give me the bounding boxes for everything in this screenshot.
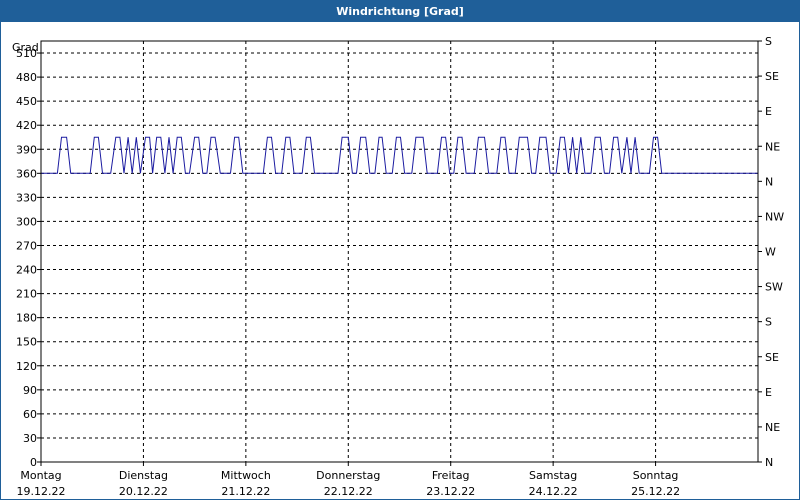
- x-tick-day-label: Dienstag: [119, 469, 168, 482]
- y-tick-label: 270: [16, 239, 37, 252]
- x-tick-day-label: Donnerstag: [316, 469, 380, 482]
- x-tick-day-label: Freitag: [432, 469, 470, 482]
- x-tick-day-label: Mittwoch: [221, 469, 271, 482]
- y-tick-label: 480: [16, 71, 37, 84]
- y2-tick-label: NW: [765, 210, 784, 223]
- x-tick-date-label: 21.12.22: [221, 485, 270, 498]
- x-tick-date-label: 23.12.22: [426, 485, 475, 498]
- y-tick-label: 360: [16, 167, 37, 180]
- y-tick-label: 420: [16, 119, 37, 132]
- y2-tick-label: N: [765, 175, 773, 188]
- y2-tick-label: W: [765, 246, 776, 259]
- wind-direction-line: [41, 136, 758, 174]
- y2-tick-label: SW: [765, 281, 783, 294]
- y-tick-label: 150: [16, 336, 37, 349]
- y-tick-label: 240: [16, 264, 37, 277]
- x-tick-day-label: Montag: [20, 469, 61, 482]
- x-tick-date-label: 24.12.22: [529, 485, 578, 498]
- y2-tick-label: N: [765, 456, 773, 469]
- y2-tick-label: E: [765, 386, 772, 399]
- y2-tick-label: E: [765, 105, 772, 118]
- y2-tick-label: NE: [765, 140, 780, 153]
- y-tick-label: 90: [23, 384, 37, 397]
- y2-tick-label: S: [765, 316, 772, 329]
- y-tick-label: 450: [16, 95, 37, 108]
- chart-window: Windrichtung [Grad] Grad 0 30 60 90 120 150 18…: [0, 0, 800, 500]
- wind-direction-chart: Grad 03060901201501802102402703003303603…: [12, 35, 784, 498]
- y2-tick-label: SE: [765, 351, 779, 364]
- x-tick-date-label: 22.12.22: [324, 485, 373, 498]
- x-tick-date-label: 20.12.22: [119, 485, 168, 498]
- y-tick-label: 300: [16, 215, 37, 228]
- x-tick-date-label: 19.12.22: [17, 485, 66, 498]
- y-tick-label: 0: [30, 456, 37, 469]
- x-tick-day-label: Sonntag: [633, 469, 679, 482]
- y-tick-label: 210: [16, 288, 37, 301]
- y-tick-label: 180: [16, 312, 37, 325]
- y-tick-label: 60: [23, 408, 37, 421]
- x-tick-date-label: 25.12.22: [631, 485, 680, 498]
- y2-tick-label: NE: [765, 421, 780, 434]
- x-tick-day-label: Samstag: [529, 469, 577, 482]
- y-tick-label: 390: [16, 143, 37, 156]
- y-tick-label: 30: [23, 432, 37, 445]
- y-tick-label: 120: [16, 360, 37, 373]
- plot-area-border: [40, 40, 759, 463]
- y-tick-label: 510: [16, 47, 37, 60]
- y-tick-label: 330: [16, 191, 37, 204]
- y2-tick-label: S: [765, 35, 772, 48]
- y2-tick-label: SE: [765, 70, 779, 83]
